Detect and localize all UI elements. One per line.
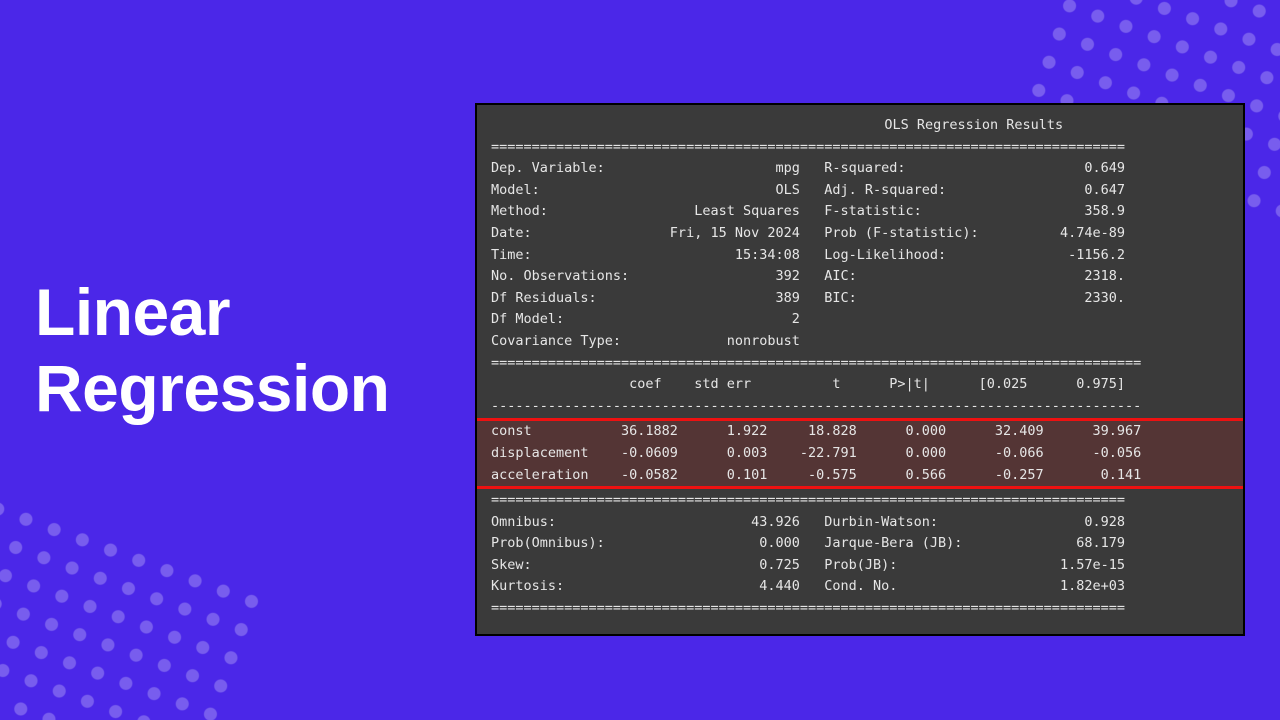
ols-summary-row: Date: Fri, 15 Nov 2024 Prob (F-statistic…	[491, 223, 1229, 245]
slide-heading: Linear Regression	[35, 275, 389, 427]
ols-summary-row: Dep. Variable: mpg R-squared: 0.649	[491, 158, 1229, 180]
ols-rule: ========================================…	[491, 490, 1229, 512]
ols-coef-row: displacement -0.0609 0.003 -22.791 0.000…	[491, 443, 1229, 465]
heading-line-1: Linear	[35, 275, 389, 351]
ols-coef-row: const 36.1882 1.922 18.828 0.000 32.409 …	[491, 421, 1229, 443]
ols-diag-row: Skew: 0.725 Prob(JB): 1.57e-15	[491, 555, 1229, 577]
ols-diag-row: Prob(Omnibus): 0.000 Jarque-Bera (JB): 6…	[491, 533, 1229, 555]
ols-summary-row: Df Model: 2	[491, 309, 1229, 331]
ols-diag-row: Kurtosis: 4.440 Cond. No. 1.82e+03	[491, 576, 1229, 598]
ols-coef-highlight: const 36.1882 1.922 18.828 0.000 32.409 …	[477, 418, 1243, 489]
ols-summary-row: Time: 15:34:08 Log-Likelihood: -1156.2	[491, 245, 1229, 267]
ols-coef-dash: ----------------------------------------…	[491, 396, 1229, 418]
heading-line-2: Regression	[35, 351, 389, 427]
ols-summary-row: Df Residuals: 389 BIC: 2330.	[491, 288, 1229, 310]
ols-rule: ========================================…	[491, 137, 1229, 159]
ols-summary-row: Method: Least Squares F-statistic: 358.9	[491, 201, 1229, 223]
ols-rule: ========================================…	[491, 598, 1229, 620]
ols-summary-row: No. Observations: 392 AIC: 2318.	[491, 266, 1229, 288]
slide-canvas: Linear Regression OLS Regression Results…	[0, 0, 1280, 720]
ols-summary-row: Covariance Type: nonrobust	[491, 331, 1229, 353]
ols-summary-row: Model: OLS Adj. R-squared: 0.647	[491, 180, 1229, 202]
ols-title: OLS Regression Results	[491, 115, 1229, 137]
ols-terminal-output: OLS Regression Results==================…	[475, 103, 1245, 636]
ols-rule: ========================================…	[491, 353, 1229, 375]
decorative-dots-bottom-left	[0, 469, 271, 720]
ols-coef-row: acceleration -0.0582 0.101 -0.575 0.566 …	[491, 465, 1229, 487]
ols-diag-row: Omnibus: 43.926 Durbin-Watson: 0.928	[491, 512, 1229, 534]
ols-coef-header: coef std err t P>|t| [0.025 0.975]	[491, 374, 1229, 396]
